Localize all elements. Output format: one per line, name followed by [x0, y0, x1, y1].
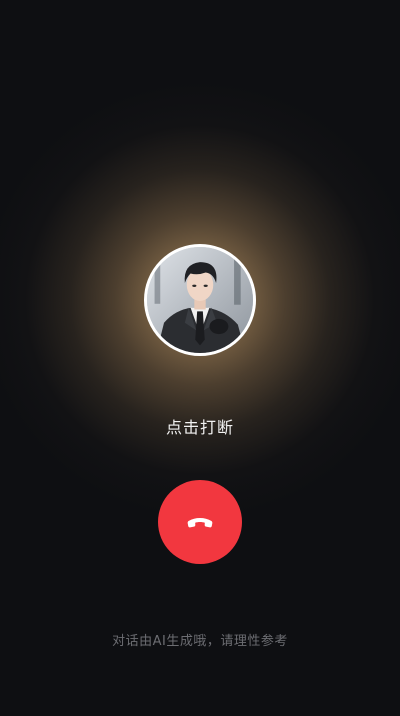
tap-to-interrupt-label[interactable]: 点击打断 — [0, 414, 400, 438]
hang-up-button[interactable] — [158, 480, 242, 564]
voice-call-screen: 点击打断 对话由AI生成哦，请理性参考 — [0, 0, 400, 716]
avatar-portrait-image — [147, 247, 253, 353]
phone-hangup-icon — [187, 518, 213, 528]
contact-avatar — [144, 244, 256, 356]
ai-disclaimer: 对话由AI生成哦，请理性参考 — [112, 634, 288, 649]
